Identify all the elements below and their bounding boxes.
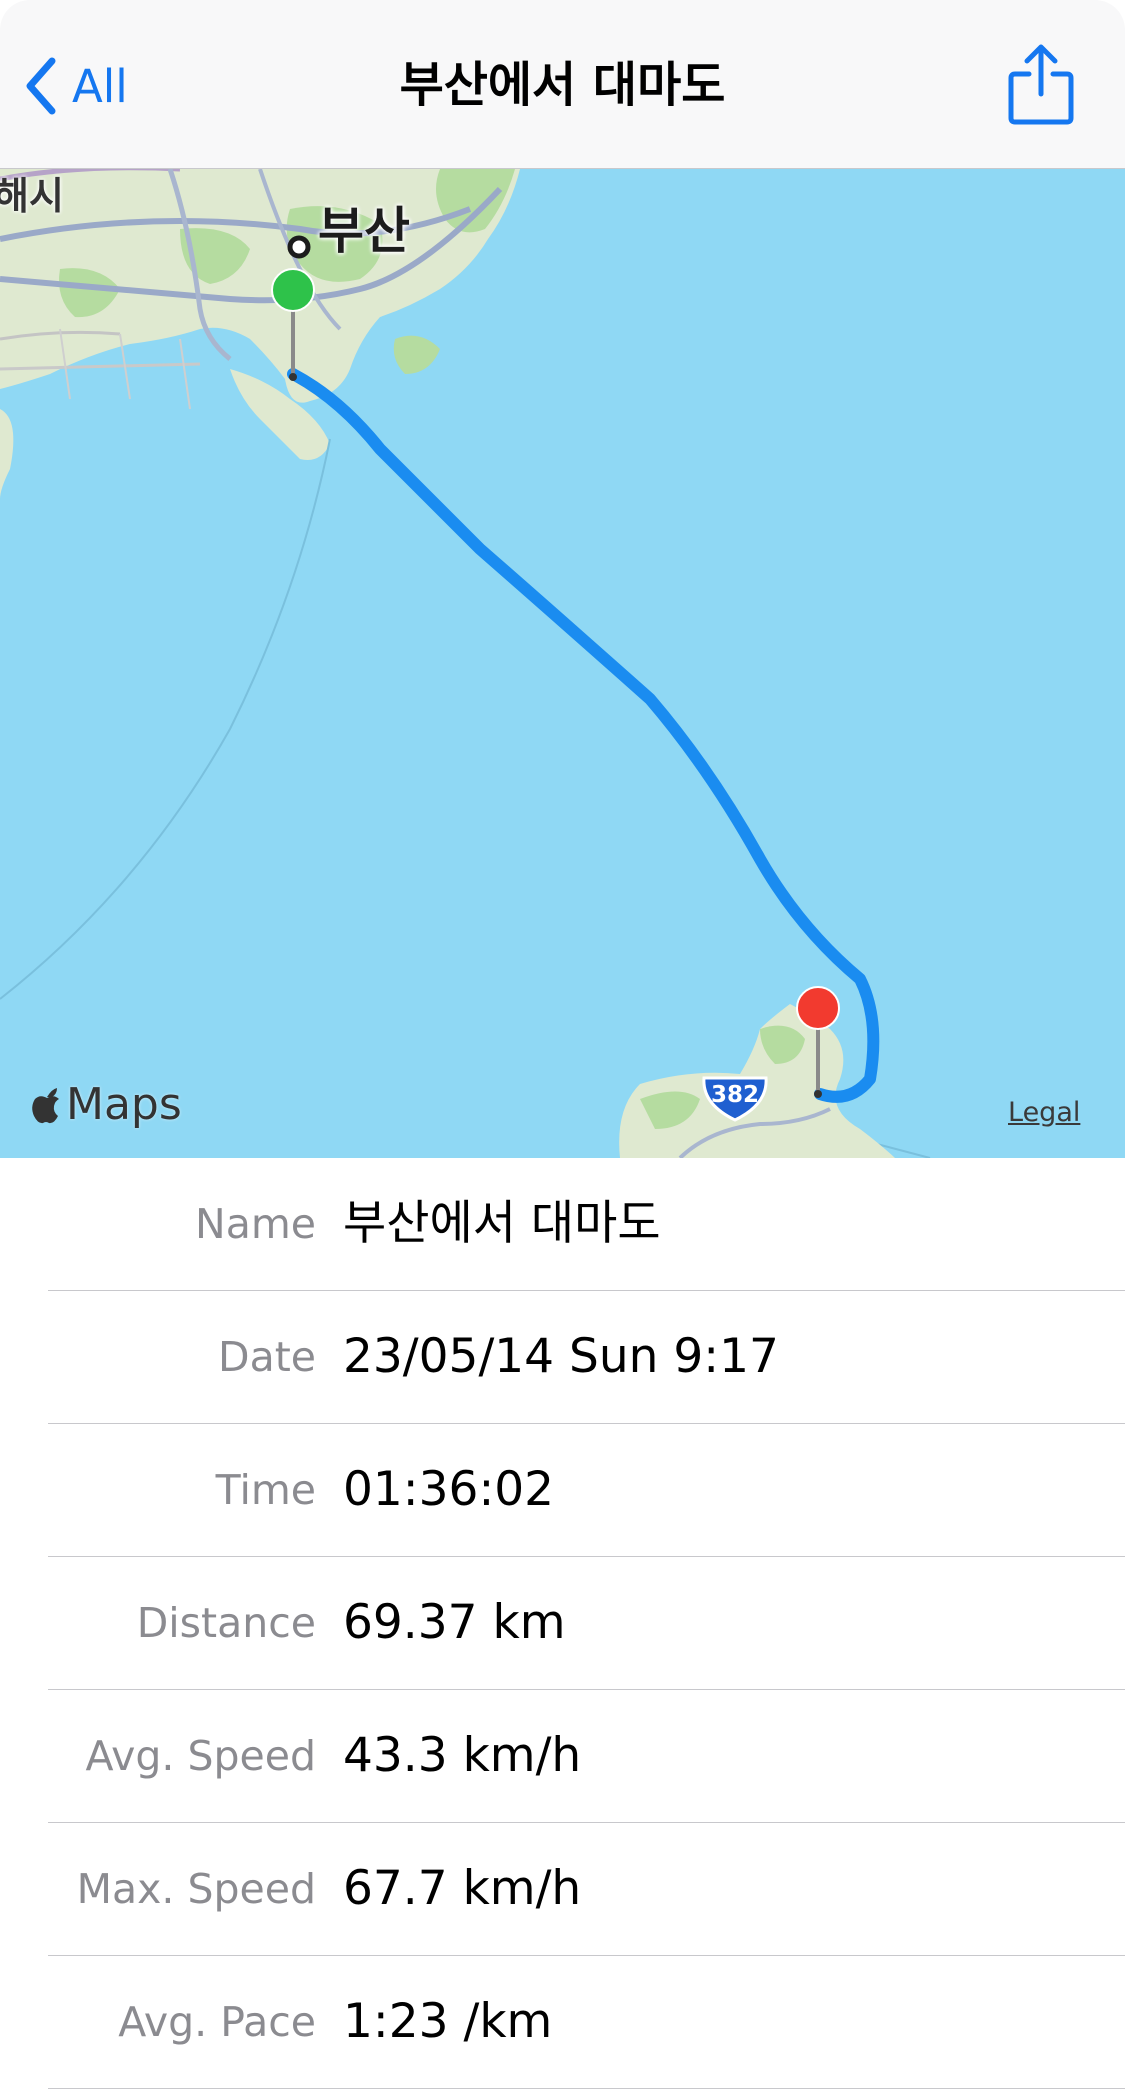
- maps-attribution: Maps: [30, 1079, 182, 1130]
- partial-city-label: 해시: [0, 174, 64, 218]
- apple-logo-icon: [32, 1087, 59, 1123]
- route-line: [287, 368, 880, 1103]
- route-shield-number: 382: [710, 1082, 759, 1108]
- route-map[interactable]: 해시 부산 382 Maps Legal: [0, 169, 1125, 1158]
- page-title: 부산에서 대마도: [399, 57, 726, 113]
- detail-row-avg-pace: Avg. Pace 1:23 /km: [48, 1956, 1125, 2089]
- route-shield: 382: [700, 1074, 770, 1122]
- detail-row-time: Time 01:36:02: [48, 1424, 1125, 1557]
- detail-value: 67.7 km/h: [343, 1861, 582, 1916]
- map-canvas: [0, 169, 931, 1158]
- share-icon: [1008, 44, 1074, 125]
- share-button[interactable]: [1005, 42, 1077, 126]
- detail-row-avg-speed: Avg. Speed 43.3 km/h: [48, 1690, 1125, 1823]
- detail-value: 부산에서 대마도: [343, 1196, 661, 1251]
- detail-label: Name: [195, 1200, 316, 1248]
- detail-value: 01:36:02: [343, 1462, 555, 1517]
- legal-link[interactable]: Legal: [1008, 1097, 1080, 1128]
- detail-label: Avg. Speed: [85, 1732, 316, 1780]
- detail-row-date: Date 23/05/14 Sun 9:17: [48, 1291, 1125, 1424]
- detail-label: Time: [215, 1466, 316, 1514]
- details-list: Name 부산에서 대마도 Date 23/05/14 Sun 9:17 Tim…: [0, 1158, 1125, 2089]
- detail-value: 1:23 /km: [343, 1994, 553, 2049]
- detail-label: Date: [218, 1333, 316, 1381]
- detail-label: Distance: [136, 1599, 316, 1647]
- detail-row-name: Name 부산에서 대마도: [48, 1158, 1125, 1291]
- navigation-bar: All 부산에서 대마도: [0, 0, 1125, 169]
- detail-row-max-speed: Max. Speed 67.7 km/h: [48, 1823, 1125, 1956]
- maps-label: Maps: [66, 1079, 182, 1130]
- detail-label: Avg. Pace: [118, 1998, 316, 2046]
- city-marker: [287, 235, 311, 259]
- detail-value: 43.3 km/h: [343, 1728, 582, 1783]
- detail-value: 23/05/14 Sun 9:17: [343, 1329, 779, 1384]
- detail-label: Max. Speed: [76, 1865, 316, 1913]
- detail-row-distance: Distance 69.37 km: [48, 1557, 1125, 1690]
- detail-value: 69.37 km: [343, 1595, 566, 1650]
- city-label: 부산: [318, 202, 410, 260]
